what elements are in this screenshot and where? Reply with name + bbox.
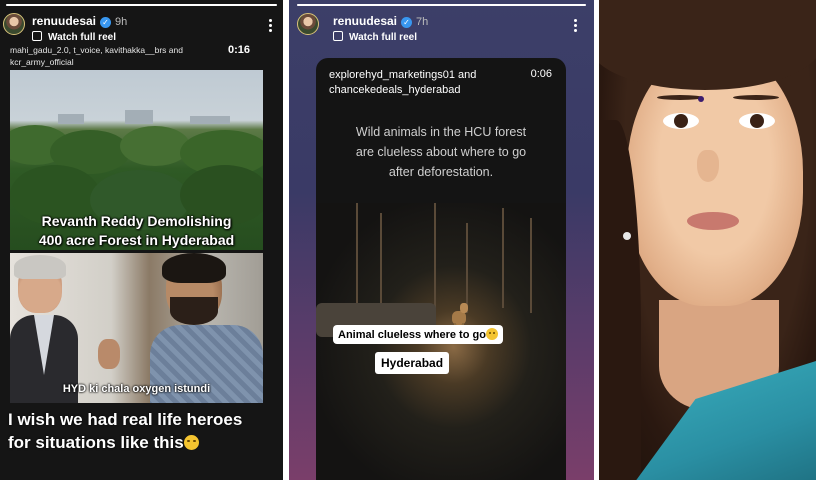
story-panel-1: renuudesai ✓ 9h Watch full reel mahi_gadu_… bbox=[0, 0, 283, 480]
reel-tags-line-1: explorehyd_marketings01 and bbox=[329, 69, 477, 81]
reel-overlay-text: Wild animals in the HCU forest are cluel… bbox=[328, 122, 554, 182]
scene-caption: HYD ki chala oxygen istundi bbox=[62, 383, 211, 395]
watch-full-reel-link[interactable]: Watch full reel bbox=[333, 31, 417, 43]
more-options-icon[interactable] bbox=[269, 19, 273, 34]
story-progress-bar bbox=[6, 4, 277, 6]
post-time: 9h bbox=[115, 16, 128, 28]
movie-scene-image: HYD ki chala oxygen istundi bbox=[10, 253, 263, 403]
reel-text-line-2: are clueless about where to go bbox=[355, 145, 527, 159]
reel-tags: mahi_gadu_2.0, t_voice, kavithakka__brs … bbox=[10, 45, 183, 67]
reel-icon bbox=[333, 31, 343, 41]
location-sticker[interactable]: Hyderabad bbox=[375, 352, 450, 374]
forest-caption: Revanth Reddy Demolishing 400 acre Fores… bbox=[10, 212, 263, 250]
reel-duration: 0:06 bbox=[530, 68, 552, 80]
story-header: renuudesai ✓ 9h Watch full reel bbox=[0, 9, 283, 49]
disappointed-face-emoji bbox=[183, 435, 199, 450]
story-progress-bar bbox=[297, 4, 586, 6]
reel-icon bbox=[32, 31, 42, 41]
more-options-icon[interactable] bbox=[574, 19, 578, 34]
verified-badge-icon: ✓ bbox=[401, 17, 413, 28]
username-row[interactable]: renuudesai ✓ 9h bbox=[32, 14, 127, 28]
disappointed-face-emoji bbox=[485, 328, 498, 340]
shared-reel-card[interactable]: explorehyd_marketings01 and chancekedeal… bbox=[316, 58, 566, 480]
reel-tags: explorehyd_marketings01 and chancekedeal… bbox=[329, 68, 519, 98]
avatar[interactable] bbox=[3, 13, 25, 35]
avatar[interactable] bbox=[297, 13, 319, 35]
post-time: 7h bbox=[416, 16, 429, 28]
animal-caption-sticker: Animal clueless where to go bbox=[333, 325, 503, 344]
watch-full-reel-link[interactable]: Watch full reel bbox=[32, 31, 116, 43]
watch-full-reel-label: Watch full reel bbox=[349, 32, 417, 43]
reel-duration: 0:16 bbox=[228, 44, 251, 56]
forest-caption-line-2: 400 acre Forest in Hyderabad bbox=[38, 232, 235, 248]
story-comment: I wish we had real life heroes for situa… bbox=[8, 408, 273, 454]
username-row[interactable]: renuudesai ✓ 7h bbox=[333, 14, 428, 28]
story-header: renuudesai ✓ 7h Watch full reel bbox=[289, 9, 594, 49]
animal-caption-text: Animal clueless where to go bbox=[338, 329, 486, 341]
watch-full-reel-label: Watch full reel bbox=[48, 32, 116, 43]
forest-caption-line-1: Revanth Reddy Demolishing bbox=[41, 213, 232, 229]
username[interactable]: renuudesai bbox=[32, 14, 96, 28]
reel-text-line-1: Wild animals in the HCU forest bbox=[355, 125, 527, 139]
story-comment-line-1: I wish we had real life heroes bbox=[8, 410, 243, 429]
verified-badge-icon: ✓ bbox=[100, 17, 112, 28]
story-comment-line-2: for situations like this bbox=[8, 433, 184, 452]
portrait-photo bbox=[599, 0, 816, 480]
earring bbox=[623, 232, 631, 240]
story-panel-2: renuudesai ✓ 7h Watch full reel explorehyd… bbox=[289, 0, 594, 480]
username[interactable]: renuudesai bbox=[333, 14, 397, 28]
reel-text-line-3: after deforestation. bbox=[388, 165, 494, 179]
reel-tags-line-2: chancekedeals_hyderabad bbox=[329, 84, 461, 96]
bindi bbox=[698, 96, 704, 102]
